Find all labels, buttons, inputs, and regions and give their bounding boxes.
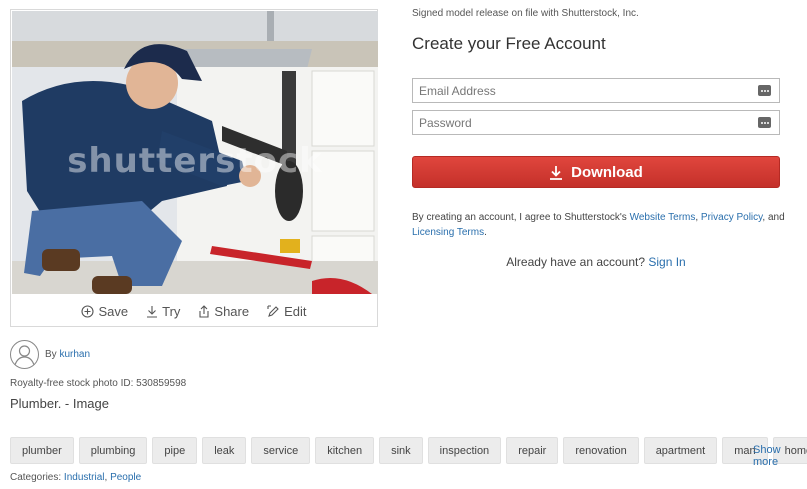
contributor: By kurhan (10, 340, 90, 369)
try-button[interactable]: Try (146, 304, 180, 319)
website-terms-link[interactable]: Website Terms (630, 212, 696, 223)
form-title: Create your Free Account (412, 34, 606, 53)
stock-photo[interactable]: shutterstock (12, 11, 378, 294)
tag[interactable]: renovation (563, 437, 639, 464)
tag[interactable]: plumber (10, 437, 74, 464)
sign-in-prompt: Already have an account? Sign In (506, 255, 686, 269)
avatar[interactable] (10, 340, 39, 369)
download-button[interactable]: Download (412, 156, 780, 188)
sign-in-link[interactable]: Sign In (648, 255, 685, 269)
model-release-note: Signed model release on file with Shutte… (412, 8, 639, 19)
watermark: shutterstock (67, 141, 323, 181)
edit-label: Edit (284, 303, 307, 319)
privacy-policy-link[interactable]: Privacy Policy (701, 212, 763, 223)
category-link-industrial[interactable]: Industrial (64, 472, 105, 483)
image-card: shutterstock Save Try Share Edit (10, 9, 378, 327)
download-label: Download (571, 163, 643, 181)
email-input[interactable] (419, 83, 739, 98)
tag[interactable]: apartment (643, 437, 718, 464)
by-label: By (45, 349, 57, 360)
share-label: Share (214, 303, 250, 319)
tag-list: plumber plumbing pipe leak service kitch… (10, 437, 807, 464)
tag[interactable]: repair (506, 437, 559, 464)
photo-title: Plumber. - Image (10, 396, 109, 411)
plus-circle-icon (81, 304, 95, 318)
share-icon (199, 304, 209, 318)
download-icon (550, 165, 563, 180)
licensing-terms-link[interactable]: Licensing Terms (412, 227, 484, 238)
password-manager-icon[interactable] (758, 117, 771, 128)
password-field[interactable] (412, 110, 780, 135)
edit-icon (267, 304, 279, 317)
show-more-link[interactable]: Show more (753, 444, 807, 468)
tag[interactable]: service (251, 437, 311, 464)
tag[interactable]: plumbing (78, 437, 148, 464)
password-input[interactable] (419, 115, 739, 130)
contributor-link[interactable]: kurhan (59, 349, 90, 360)
user-icon (14, 345, 35, 366)
terms-text: By creating an account, I agree to Shutt… (412, 212, 785, 238)
tag[interactable]: sink (379, 437, 423, 464)
share-button[interactable]: Share (198, 304, 249, 319)
edit-button[interactable]: Edit (267, 303, 307, 319)
category-link-people[interactable]: People (110, 472, 141, 483)
save-label: Save (98, 303, 129, 319)
categories: Categories: Industrial, People (10, 472, 142, 483)
download-icon (147, 305, 158, 318)
image-actions: Save Try Share Edit (11, 295, 377, 327)
try-label: Try (162, 303, 181, 319)
photo-id: Royalty-free stock photo ID: 530859598 (10, 378, 187, 389)
tag[interactable]: inspection (427, 437, 502, 464)
tag[interactable]: pipe (152, 437, 198, 464)
email-field[interactable] (412, 78, 780, 103)
tag[interactable]: kitchen (315, 437, 375, 464)
password-manager-icon[interactable] (758, 85, 771, 96)
tag[interactable]: leak (202, 437, 247, 464)
save-button[interactable]: Save (81, 304, 128, 319)
categories-label: Categories: (10, 472, 62, 483)
contributor-byline: By kurhan (45, 349, 90, 360)
